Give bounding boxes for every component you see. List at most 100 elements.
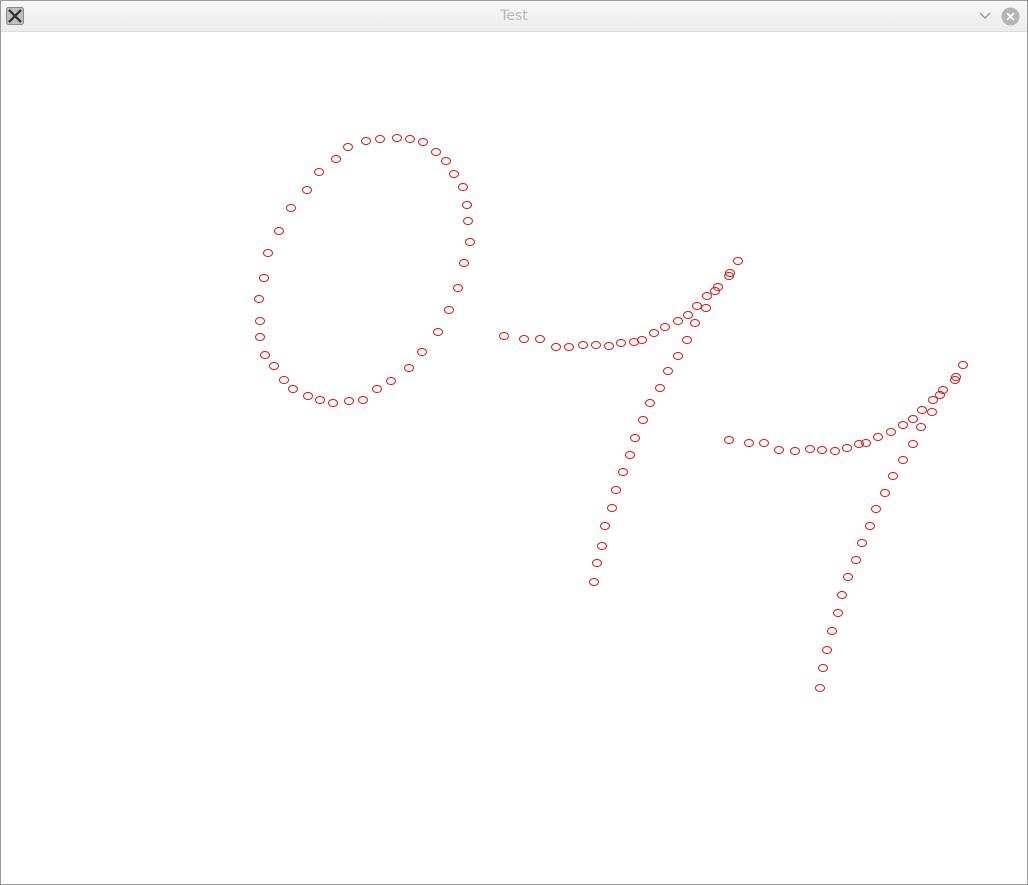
stroke-3 <box>589 304 711 586</box>
point-marker <box>274 227 284 235</box>
point-marker <box>818 664 828 672</box>
point-marker <box>861 439 871 447</box>
point-marker <box>449 170 459 178</box>
point-marker <box>328 399 338 407</box>
point-marker <box>625 451 635 459</box>
point-marker <box>288 385 298 393</box>
point-marker <box>655 384 665 392</box>
point-marker <box>255 317 265 325</box>
point-marker <box>649 329 659 337</box>
point-marker <box>600 522 610 530</box>
point-marker <box>591 341 601 349</box>
point-marker <box>535 335 545 343</box>
point-marker <box>444 306 454 314</box>
point-marker <box>375 135 385 143</box>
point-marker <box>463 217 473 225</box>
point-marker <box>871 505 881 513</box>
point-marker <box>637 336 647 344</box>
point-marker <box>908 440 918 448</box>
point-marker <box>286 204 296 212</box>
point-marker <box>551 343 561 351</box>
point-marker <box>279 376 289 384</box>
point-marker <box>604 342 614 350</box>
point-marker <box>898 456 908 464</box>
point-marker <box>692 302 702 310</box>
point-marker <box>898 421 908 429</box>
point-marker <box>733 257 743 265</box>
stroke-1 <box>254 134 475 407</box>
point-marker <box>837 591 847 599</box>
point-marker <box>392 134 402 142</box>
point-marker <box>683 311 693 319</box>
point-marker <box>417 348 427 356</box>
point-marker <box>833 609 843 617</box>
drawing-surface[interactable] <box>1 1 1027 884</box>
point-marker <box>597 542 607 550</box>
point-marker <box>441 157 451 165</box>
point-marker <box>710 287 720 295</box>
point-marker <box>827 627 837 635</box>
stroke-2 <box>499 257 743 351</box>
point-marker <box>645 399 655 407</box>
point-marker <box>254 295 264 303</box>
point-marker <box>790 447 800 455</box>
point-marker <box>630 434 640 442</box>
point-marker <box>578 341 588 349</box>
point-marker <box>259 274 269 282</box>
point-marker <box>618 468 628 476</box>
point-marker <box>404 364 414 372</box>
point-marker <box>519 335 529 343</box>
point-marker <box>880 489 890 497</box>
point-marker <box>592 559 602 567</box>
app-window: Test <box>0 0 1028 885</box>
point-marker <box>673 352 683 360</box>
point-marker <box>431 148 441 156</box>
point-marker <box>465 238 475 246</box>
point-marker <box>269 362 279 370</box>
point-marker <box>817 446 827 454</box>
point-marker <box>386 377 396 385</box>
point-marker <box>459 259 469 267</box>
point-marker <box>830 447 840 455</box>
point-marker <box>927 408 937 416</box>
point-marker <box>908 415 918 423</box>
point-marker <box>302 186 312 194</box>
point-marker <box>344 397 354 405</box>
point-marker <box>759 439 769 447</box>
point-marker <box>873 433 883 441</box>
point-marker <box>458 183 468 191</box>
point-marker <box>701 304 711 312</box>
point-marker <box>433 328 443 336</box>
point-marker <box>263 249 273 257</box>
point-marker <box>331 155 341 163</box>
point-marker <box>638 416 648 424</box>
point-marker <box>616 339 626 347</box>
point-marker <box>805 445 815 453</box>
point-marker <box>358 396 368 404</box>
point-marker <box>744 439 754 447</box>
point-marker <box>303 392 313 400</box>
point-marker <box>682 336 692 344</box>
point-marker <box>842 444 852 452</box>
point-marker <box>886 428 896 436</box>
point-marker <box>462 201 472 209</box>
point-marker <box>815 684 825 692</box>
point-marker <box>660 323 670 331</box>
point-marker <box>499 332 509 340</box>
point-marker <box>713 283 723 291</box>
drawing-canvas[interactable] <box>1 32 1027 884</box>
point-marker <box>916 423 926 431</box>
point-marker <box>843 573 853 581</box>
point-marker <box>361 137 371 145</box>
point-marker <box>822 646 832 654</box>
stroke-4 <box>724 361 968 455</box>
point-marker <box>702 292 712 300</box>
point-marker <box>865 522 875 530</box>
point-marker <box>673 317 683 325</box>
point-marker <box>405 135 415 143</box>
point-marker <box>372 385 382 393</box>
stroke-5 <box>815 408 937 692</box>
point-marker <box>418 138 428 146</box>
point-marker <box>663 367 673 375</box>
point-marker <box>453 284 463 292</box>
